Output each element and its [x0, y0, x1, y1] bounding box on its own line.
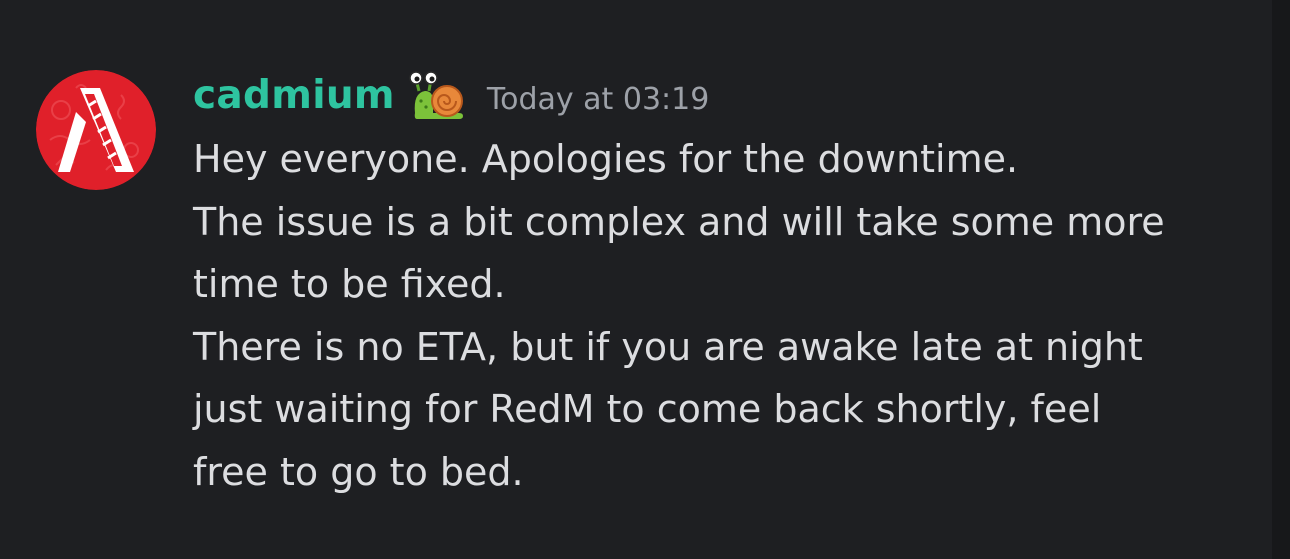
- message-content: cadmium Today at 03:19 Hey everyone. Apo…: [193, 68, 1233, 503]
- username[interactable]: cadmium: [193, 73, 395, 118]
- snail-icon[interactable]: [409, 69, 465, 121]
- scrollbar-track[interactable]: [1272, 0, 1290, 559]
- message-body: Hey everyone. Apologies for the downtime…: [193, 128, 1233, 503]
- message-line: just waiting for RedM to come back short…: [193, 387, 1102, 431]
- message-line: free to go to bed.: [193, 449, 524, 494]
- message-header: cadmium Today at 03:19: [193, 68, 1233, 122]
- avatar[interactable]: [36, 70, 156, 190]
- fivem-logo-icon: [36, 70, 156, 190]
- chat-view: cadmium Today at 03:19 Hey everyone. Apo…: [0, 0, 1290, 559]
- message-timestamp[interactable]: Today at 03:19: [487, 82, 709, 117]
- message-line: There is no ETA, but if you are awake la…: [193, 324, 1143, 369]
- message-line: time to be fixed.: [193, 262, 506, 306]
- message-line: Hey everyone. Apologies for the downtime…: [193, 137, 1019, 181]
- message-line: The issue is a bit complex and will take…: [193, 199, 1165, 244]
